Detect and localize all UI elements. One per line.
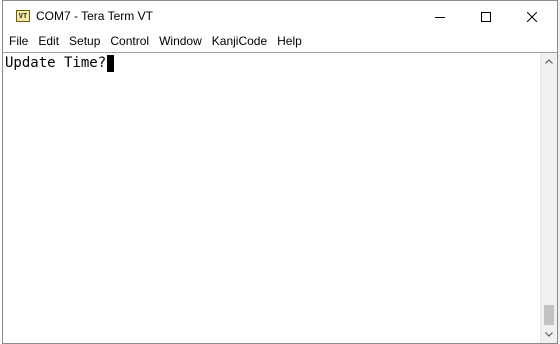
menu-file[interactable]: File	[3, 32, 33, 51]
terminal-line: Update Time?	[5, 54, 115, 72]
menu-kanjicode[interactable]: KanjiCode	[207, 32, 272, 51]
text-cursor	[107, 54, 115, 72]
scroll-thumb[interactable]	[544, 305, 554, 325]
menu-help[interactable]: Help	[272, 32, 307, 51]
scroll-down-button[interactable]	[541, 326, 557, 343]
tera-term-window: VT COM7 - Tera Term VT File Edit Setup C…	[2, 0, 558, 344]
terminal-screen[interactable]: Update Time?	[3, 53, 540, 343]
tera-term-app-icon[interactable]: VT	[16, 10, 30, 22]
menu-edit[interactable]: Edit	[33, 32, 64, 51]
maximize-button[interactable]	[463, 1, 509, 32]
maximize-icon	[481, 11, 491, 22]
window-title: COM7 - Tera Term VT	[36, 9, 153, 23]
title-bar[interactable]: VT COM7 - Tera Term VT	[3, 1, 557, 32]
chevron-down-icon	[545, 332, 553, 337]
minimize-icon	[435, 16, 445, 18]
close-button[interactable]	[509, 1, 555, 32]
minimize-button[interactable]	[417, 1, 463, 32]
menu-control[interactable]: Control	[105, 32, 154, 51]
scroll-up-button[interactable]	[541, 53, 557, 70]
menu-setup[interactable]: Setup	[64, 32, 105, 51]
terminal-line-text: Update Time?	[5, 55, 107, 71]
menu-window[interactable]: Window	[154, 32, 207, 51]
terminal-frame: Update Time?	[3, 52, 557, 343]
chevron-up-icon	[545, 59, 553, 64]
menu-bar: File Edit Setup Control Window KanjiCode…	[3, 32, 557, 51]
close-icon	[527, 11, 537, 22]
vertical-scrollbar[interactable]	[540, 53, 557, 343]
